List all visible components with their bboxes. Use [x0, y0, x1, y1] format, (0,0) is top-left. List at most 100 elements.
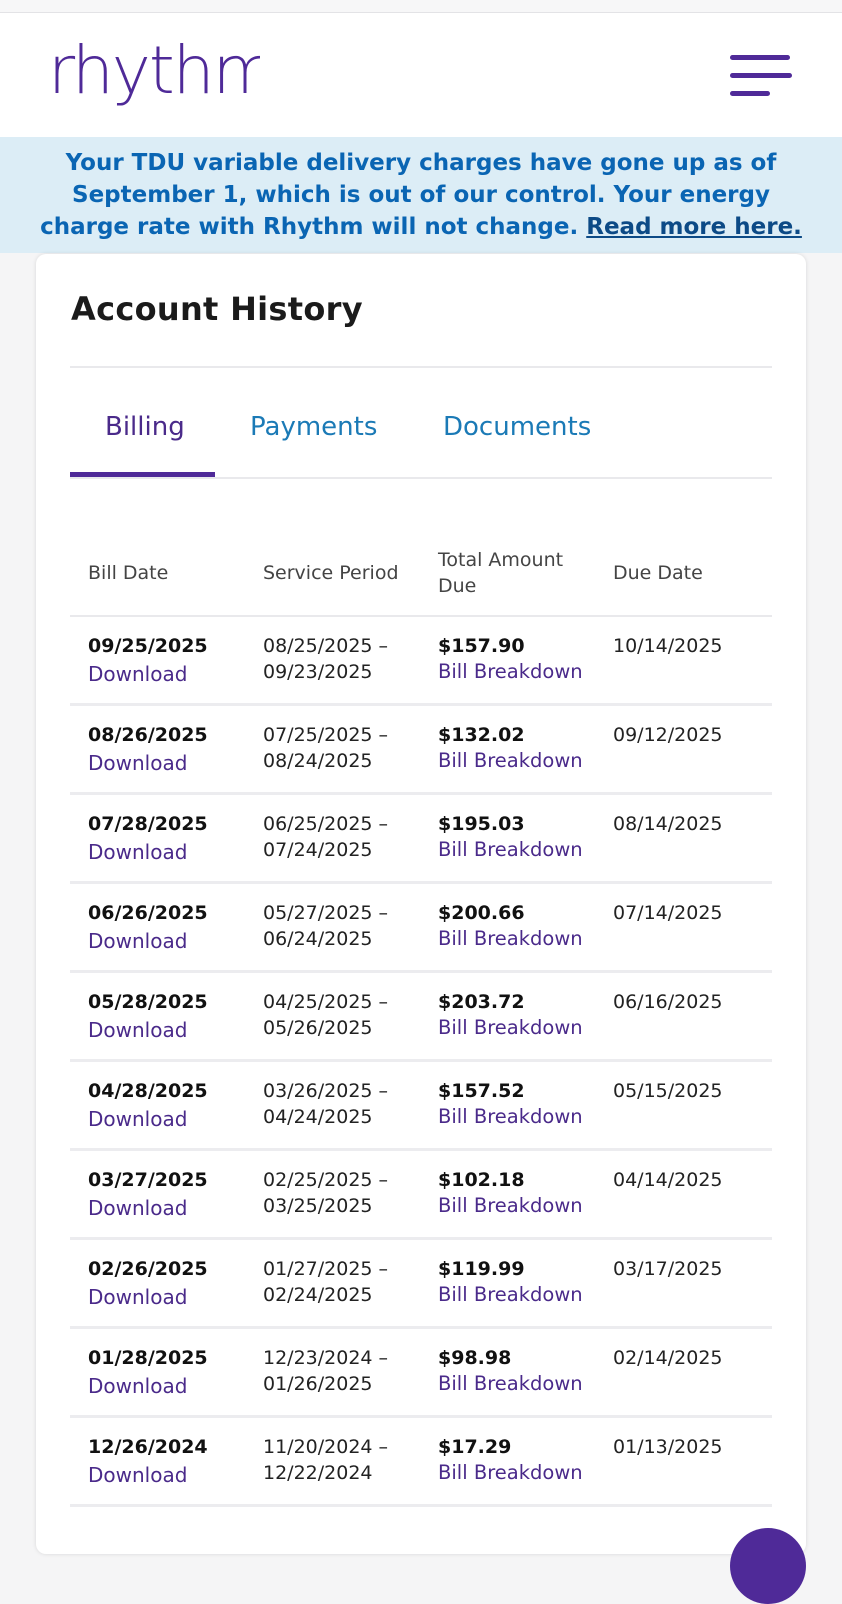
service-period-start: 11/20/2024 – — [263, 1436, 389, 1458]
logo-text: rhythm — [48, 33, 260, 109]
due-date: 08/14/2025 — [613, 813, 723, 835]
download-link[interactable]: Download — [88, 1373, 187, 1399]
service-period-start: 05/27/2025 – — [263, 902, 389, 924]
download-link[interactable]: Download — [88, 1195, 187, 1221]
header-due-date: Due Date — [613, 562, 703, 584]
bill-breakdown-link[interactable]: Bill Breakdown — [438, 1371, 583, 1397]
bill-breakdown-link[interactable]: Bill Breakdown — [438, 1282, 583, 1308]
due-date: 10/14/2025 — [613, 635, 723, 657]
service-period-start: 08/25/2025 – — [263, 635, 389, 657]
chat-button[interactable] — [730, 1528, 806, 1604]
due-date: 05/15/2025 — [613, 1080, 723, 1102]
service-period-start: 02/25/2025 – — [263, 1169, 389, 1191]
bill-date: 04/28/2025 — [88, 1080, 208, 1102]
table-row: 04/28/2025 Download 03/26/2025 – 04/24/2025… — [70, 1062, 772, 1151]
service-period-end: 06/24/2025 — [263, 928, 373, 950]
download-link[interactable]: Download — [88, 750, 187, 776]
download-link[interactable]: Download — [88, 1284, 187, 1310]
hamburger-menu-icon[interactable] — [724, 51, 796, 101]
service-period-start: 07/25/2025 – — [263, 724, 389, 746]
bill-breakdown-link[interactable]: Bill Breakdown — [438, 837, 583, 863]
bill-date: 05/28/2025 — [88, 991, 208, 1013]
due-date: 03/17/2025 — [613, 1258, 723, 1280]
bill-date: 09/25/2025 — [88, 635, 208, 657]
bill-breakdown-link[interactable]: Bill Breakdown — [438, 1193, 583, 1219]
download-link[interactable]: Download — [88, 839, 187, 865]
menu-line-bottom — [730, 91, 770, 96]
service-period-end: 09/23/2025 — [263, 661, 373, 683]
download-link[interactable]: Download — [88, 928, 187, 954]
table-row: 09/25/2025 Download 08/25/2025 – 09/23/2025… — [70, 617, 772, 706]
menu-line-top — [730, 55, 790, 60]
service-period-start: 03/26/2025 – — [263, 1080, 389, 1102]
service-period-end: 01/26/2025 — [263, 1373, 373, 1395]
table-row: 08/26/2025 Download 07/25/2025 – 08/24/2025… — [70, 706, 772, 795]
notice-banner: Your TDU variable delivery charges have … — [0, 137, 842, 253]
bill-breakdown-link[interactable]: Bill Breakdown — [438, 1104, 583, 1130]
service-period-start: 04/25/2025 – — [263, 991, 389, 1013]
download-link[interactable]: Download — [88, 1462, 187, 1488]
rhythm-logo[interactable]: rhythm — [48, 33, 260, 123]
due-date: 01/13/2025 — [613, 1436, 723, 1458]
page-title: Account History — [71, 290, 363, 328]
header-service-period: Service Period — [263, 562, 399, 584]
tab-documents[interactable]: Documents — [443, 412, 591, 442]
download-link[interactable]: Download — [88, 1017, 187, 1043]
header-total-amount-due: Due — [438, 575, 477, 597]
row-divider — [70, 1504, 772, 1507]
service-period-start: 06/25/2025 – — [263, 813, 389, 835]
account-history-card: Account History Billing Payments Documen… — [36, 254, 806, 1554]
bill-date: 08/26/2025 — [88, 724, 208, 746]
due-date: 07/14/2025 — [613, 902, 723, 924]
table-row: 02/26/2025 Download 01/27/2025 – 02/24/2025… — [70, 1240, 772, 1329]
due-date: 09/12/2025 — [613, 724, 723, 746]
read-more-link[interactable]: Read more here. — [586, 214, 802, 240]
total-amount: $102.18 — [438, 1169, 525, 1191]
tabs-divider — [70, 477, 772, 479]
table-row: 05/28/2025 Download 04/25/2025 – 05/26/2025… — [70, 973, 772, 1062]
total-amount: $200.66 — [438, 902, 525, 924]
bill-breakdown-link[interactable]: Bill Breakdown — [438, 1015, 583, 1041]
table-row: 01/28/2025 Download 12/23/2024 – 01/26/2025… — [70, 1329, 772, 1418]
total-amount: $157.90 — [438, 635, 525, 657]
bill-date: 12/26/2024 — [88, 1436, 208, 1458]
service-period-end: 04/24/2025 — [263, 1106, 373, 1128]
bill-date: 03/27/2025 — [88, 1169, 208, 1191]
download-link[interactable]: Download — [88, 1106, 187, 1132]
tab-billing[interactable]: Billing — [105, 412, 185, 442]
total-amount: $132.02 — [438, 724, 525, 746]
total-amount: $119.99 — [438, 1258, 525, 1280]
site-header: rhythm — [0, 13, 842, 137]
service-period-end: 08/24/2025 — [263, 750, 373, 772]
bill-breakdown-link[interactable]: Bill Breakdown — [438, 659, 583, 685]
total-amount: $195.03 — [438, 813, 525, 835]
due-date: 06/16/2025 — [613, 991, 723, 1013]
bill-date: 07/28/2025 — [88, 813, 208, 835]
bill-date: 01/28/2025 — [88, 1347, 208, 1369]
bill-breakdown-link[interactable]: Bill Breakdown — [438, 748, 583, 774]
bill-breakdown-link[interactable]: Bill Breakdown — [438, 1460, 583, 1486]
due-date: 04/14/2025 — [613, 1169, 723, 1191]
service-period-end: 02/24/2025 — [263, 1284, 373, 1306]
title-divider — [70, 366, 772, 368]
bill-breakdown-link[interactable]: Bill Breakdown — [438, 926, 583, 952]
total-amount: $17.29 — [438, 1436, 512, 1458]
total-amount: $157.52 — [438, 1080, 525, 1102]
service-period-end: 07/24/2025 — [263, 839, 373, 861]
status-bar-area — [0, 0, 842, 13]
header-total-amount: Total Amount — [438, 549, 564, 571]
due-date: 02/14/2025 — [613, 1347, 723, 1369]
service-period-end: 05/26/2025 — [263, 1017, 373, 1039]
tab-payments[interactable]: Payments — [250, 412, 377, 442]
table-row: 06/26/2025 Download 05/27/2025 – 06/24/2025… — [70, 884, 772, 973]
total-amount: $203.72 — [438, 991, 525, 1013]
download-link[interactable]: Download — [88, 661, 187, 687]
service-period-end: 12/22/2024 — [263, 1462, 373, 1484]
header-bill-date: Bill Date — [88, 562, 169, 584]
service-period-start: 12/23/2024 – — [263, 1347, 389, 1369]
bill-date: 02/26/2025 — [88, 1258, 208, 1280]
table-row: 03/27/2025 Download 02/25/2025 – 03/25/2025… — [70, 1151, 772, 1240]
menu-line-middle — [730, 73, 792, 78]
table-row: 12/26/2024 Download 11/20/2024 – 12/22/2024… — [70, 1418, 772, 1507]
total-amount: $98.98 — [438, 1347, 512, 1369]
